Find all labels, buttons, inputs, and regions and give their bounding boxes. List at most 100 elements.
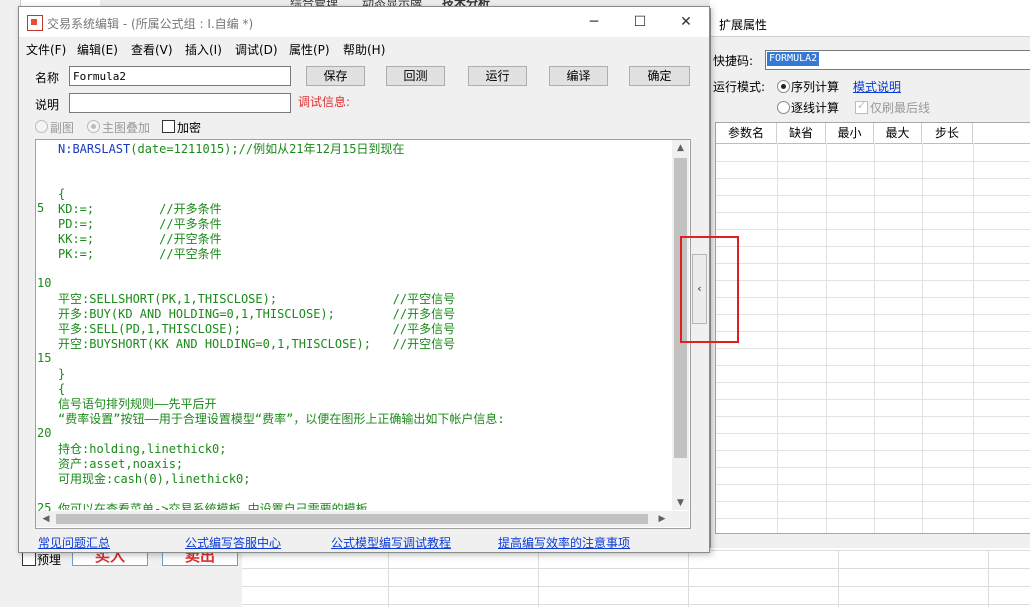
parameter-table[interactable]: 参数名 缺省 最小 最大 步长	[715, 122, 1030, 534]
name-input[interactable]	[70, 67, 290, 85]
menu-insert[interactable]: 插入(I)	[185, 41, 222, 58]
menu-edit[interactable]: 编辑(E)	[77, 41, 118, 58]
scroll-left-icon[interactable]: ◀	[38, 511, 54, 527]
table-column-line	[922, 143, 923, 533]
menu-help[interactable]: 帮助(H)	[343, 41, 385, 58]
col-default[interactable]: 缺省	[777, 123, 826, 144]
encrypt-label: 加密	[177, 121, 202, 135]
only-last-tick-checkbox[interactable]	[855, 99, 868, 114]
table-row-line	[716, 450, 1030, 451]
backtest-button[interactable]: 回测	[386, 66, 445, 86]
sub-chart-label: 副图	[50, 121, 75, 135]
panel-title: 扩展属性	[719, 18, 768, 32]
horizontal-scroll-thumb[interactable]	[56, 514, 648, 524]
code-line: 信号语句排列规则——先平后开	[58, 397, 217, 411]
code-line: 你可以在查看菜单->交易系统模板 中设置自己需要的模板	[58, 502, 368, 510]
table-column-line	[826, 143, 827, 533]
ok-button[interactable]: 确定	[629, 66, 690, 86]
compile-button[interactable]: 编译	[549, 66, 608, 86]
code-token: (date=1211015);//例如从21年12月15日到现在	[130, 142, 405, 156]
col-param-name[interactable]: 参数名	[716, 123, 777, 144]
scroll-down-icon[interactable]: ▼	[672, 495, 689, 511]
table-row-line	[716, 484, 1030, 485]
table-row-line	[716, 433, 1030, 434]
table-row-line	[716, 297, 1030, 298]
debug-info-label: 调试信息:	[298, 95, 351, 109]
code-line: {	[58, 187, 66, 201]
name-field[interactable]	[69, 66, 291, 86]
only-last-tick-label: 仅刷最后线	[870, 101, 931, 115]
table-column-line	[973, 143, 974, 533]
table-row-line	[716, 365, 1030, 366]
col-max[interactable]: 最大	[874, 123, 922, 144]
quick-code-input[interactable]: FORMULA2	[765, 50, 1030, 70]
code-line: “费率设置”按钮——用于合理设置模型“费率”，以便在图形上正确输出如下帐户信息:	[58, 412, 505, 426]
code-token: N:	[58, 142, 73, 156]
title-bar[interactable]: 交易系统编辑 - (所属公式组 : I.自编 *) ─ ☐ ✕	[19, 7, 709, 37]
table-row-line	[716, 416, 1030, 417]
minimize-icon[interactable]: ─	[579, 11, 609, 33]
table-row-line	[716, 229, 1030, 230]
table-row-line	[716, 178, 1030, 179]
table-row-line	[716, 382, 1030, 383]
table-column-line	[777, 143, 778, 533]
code-line: N:BARSLAST(date=1211015);//例如从21年12月15日到…	[58, 142, 404, 157]
mode-sequence-radio[interactable]	[777, 80, 790, 93]
menu-view[interactable]: 查看(V)	[131, 41, 173, 58]
menu-file[interactable]: 文件(F)	[26, 41, 66, 58]
highlight-box	[680, 236, 739, 343]
code-function: BARSLAST	[72, 142, 131, 156]
code-line: KK:=; //开空条件	[58, 232, 222, 246]
extended-properties-panel: 扩展属性 快捷码: FORMULA2 运行模式: 序列计算 模式说明 逐线计算 …	[710, 8, 1030, 548]
menu-debug[interactable]: 调试(D)	[235, 41, 278, 58]
table-row-line	[716, 331, 1030, 332]
mode-tick-label: 逐线计算	[791, 101, 840, 115]
table-row-line	[716, 399, 1030, 400]
scroll-right-icon[interactable]: ▶	[654, 511, 670, 527]
code-line: KD:=; //开多条件	[58, 202, 222, 216]
prefill-checkbox[interactable]	[22, 552, 36, 566]
menu-properties[interactable]: 属性(P)	[289, 41, 330, 58]
line-number: 15	[37, 351, 52, 365]
link-faq[interactable]: 常见问题汇总	[38, 534, 110, 551]
col-min[interactable]: 最小	[826, 123, 874, 144]
code-text: N:BARSLAST(date=1211015);//例如从21年12月15日到…	[58, 142, 668, 510]
sub-chart-radio[interactable]	[35, 120, 48, 133]
col-extra	[973, 123, 1030, 144]
quick-code-value: FORMULA2	[767, 52, 820, 66]
link-debug-tutorial[interactable]: 公式模型编写调试教程	[331, 534, 451, 551]
mode-sequence-label: 序列计算	[791, 80, 840, 94]
code-line: 可用现金:cash(0),linethick0;	[58, 472, 251, 486]
table-row-line	[716, 263, 1030, 264]
mode-help-link[interactable]: 模式说明	[853, 78, 901, 95]
scroll-up-icon[interactable]: ▲	[672, 140, 689, 156]
description-input[interactable]	[70, 94, 290, 112]
line-number-gutter: 5 10 15 20 25	[36, 140, 56, 515]
run-button[interactable]: 运行	[468, 66, 527, 86]
table-row-line	[716, 314, 1030, 315]
table-row-line	[716, 467, 1030, 468]
table-column-line	[874, 143, 875, 533]
mode-tick-radio[interactable]	[777, 101, 790, 114]
code-line: 平空:SELLSHORT(PK,1,THISCLOSE); //平空信号	[58, 292, 456, 306]
line-number: 10	[37, 276, 52, 290]
code-line: 资产:asset,noaxis;	[58, 457, 184, 471]
col-step[interactable]: 步长	[922, 123, 973, 144]
code-editor[interactable]: 5 10 15 20 25 N:BARSLAST(date=1211015);/…	[35, 139, 691, 529]
description-field[interactable]	[69, 93, 291, 113]
link-efficiency-tips[interactable]: 提高编写效率的注意事项	[498, 534, 630, 551]
code-line: PD:=; //平多条件	[58, 217, 222, 231]
formula-editor-window: 交易系统编辑 - (所属公式组 : I.自编 *) ─ ☐ ✕ 文件(F) 编辑…	[18, 6, 710, 553]
main-overlay-radio[interactable]	[87, 120, 100, 133]
line-number: 5	[37, 201, 45, 215]
table-row-line	[716, 195, 1030, 196]
maximize-icon[interactable]: ☐	[625, 11, 655, 33]
close-icon[interactable]: ✕	[671, 11, 701, 33]
save-button[interactable]: 保存	[306, 66, 365, 86]
encrypt-checkbox[interactable]	[162, 120, 175, 133]
table-row-line	[716, 518, 1030, 519]
link-support-center[interactable]: 公式编写答服中心	[185, 534, 281, 551]
code-line: 开空:BUYSHORT(KK AND HOLDING=0,1,THISCLOSE…	[58, 337, 456, 351]
window-title: 交易系统编辑 - (所属公式组 : I.自编 *)	[47, 17, 254, 31]
code-line: 持仓:holding,linethick0;	[58, 442, 227, 456]
